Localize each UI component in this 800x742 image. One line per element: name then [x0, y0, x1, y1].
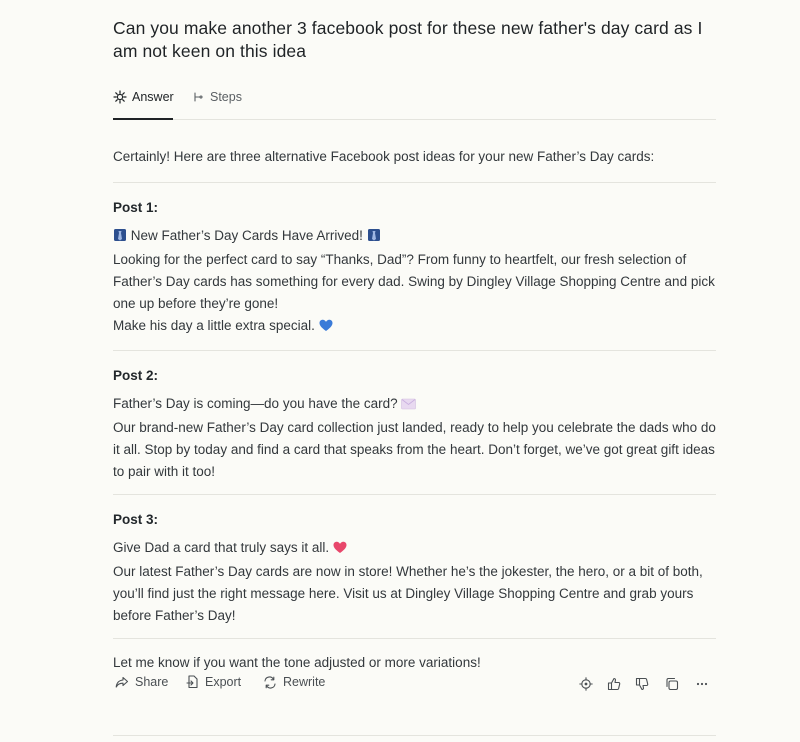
post-2-headline: Father’s Day is coming—do you have the c… — [113, 393, 716, 417]
answer-actions: Share Export Rewrite — [113, 675, 716, 693]
rewrite-icon — [264, 675, 276, 689]
rewrite-label: Rewrite — [283, 675, 326, 689]
export-button[interactable]: Export — [186, 675, 241, 689]
post-2-line-2: Our brand-new Father’s Day card collecti… — [113, 420, 716, 479]
thumbs-up-icon[interactable] — [606, 676, 622, 692]
post-3-title: Post 3: — [113, 512, 159, 527]
answer-intro: Certainly! Here are three alternative Fa… — [113, 149, 655, 164]
closing-text: Let me know if you want the tone adjuste… — [113, 655, 481, 670]
post-3-line-2: Our latest Father’s Day cards are now in… — [113, 564, 703, 623]
blue-heart-icon — [319, 317, 333, 339]
answer-thread: Can you make another 3 facebook post for… — [113, 0, 716, 672]
necktie-icon — [113, 227, 127, 249]
post-1-title: Post 1: — [113, 200, 159, 215]
post-1-signoff: Make his day a little extra special. — [113, 315, 716, 339]
page: Can you make another 3 facebook post for… — [0, 0, 800, 742]
envelope-icon — [401, 395, 417, 417]
post-1-body: New Father’s Day Cards Have Arrived! Loo… — [113, 225, 716, 339]
rewrite-button[interactable]: Rewrite — [263, 675, 325, 689]
tab-answer-label: Answer — [132, 90, 174, 104]
steps-icon — [191, 90, 205, 104]
post-3-line-1: Give Dad a card that truly says it all. — [113, 540, 330, 555]
post-3-body: Give Dad a card that truly says it all. … — [113, 537, 716, 627]
tab-steps[interactable]: Steps — [191, 90, 242, 104]
post-2-line-1: Father’s Day is coming—do you have the c… — [113, 396, 398, 411]
question-title: Can you make another 3 facebook post for… — [113, 18, 703, 61]
post-2-title: Post 2: — [113, 368, 159, 383]
divider — [113, 638, 716, 639]
divider — [113, 350, 716, 351]
post-1-line-2: Looking for the perfect card to say “Tha… — [113, 252, 715, 311]
post-2-body: Father’s Day is coming—do you have the c… — [113, 393, 716, 483]
copy-icon[interactable] — [664, 676, 680, 692]
necktie-icon — [367, 227, 381, 249]
post-1-headline: New Father’s Day Cards Have Arrived! — [113, 225, 716, 249]
sparkle-icon — [113, 90, 127, 104]
post-3-headline: Give Dad a card that truly says it all. — [113, 537, 716, 561]
export-label: Export — [205, 675, 242, 689]
tab-answer[interactable]: Answer — [113, 90, 174, 104]
more-options-icon[interactable] — [694, 676, 710, 692]
post-1-line-3: Make his day a little extra special. — [113, 318, 315, 333]
tab-steps-label: Steps — [210, 90, 242, 104]
active-tab-indicator — [113, 118, 173, 120]
post-1-line-1: New Father’s Day Cards Have Arrived! — [130, 228, 363, 243]
divider — [113, 735, 716, 736]
divider — [113, 494, 716, 495]
share-button[interactable]: Share — [115, 675, 168, 689]
share-icon — [115, 676, 129, 688]
export-icon — [186, 675, 198, 689]
pink-heart-icon — [333, 539, 347, 561]
sources-icon[interactable] — [578, 676, 594, 692]
divider — [113, 182, 716, 183]
thumbs-down-icon[interactable] — [634, 676, 650, 692]
tab-bar: Answer Steps — [113, 81, 716, 120]
share-label: Share — [135, 675, 169, 689]
